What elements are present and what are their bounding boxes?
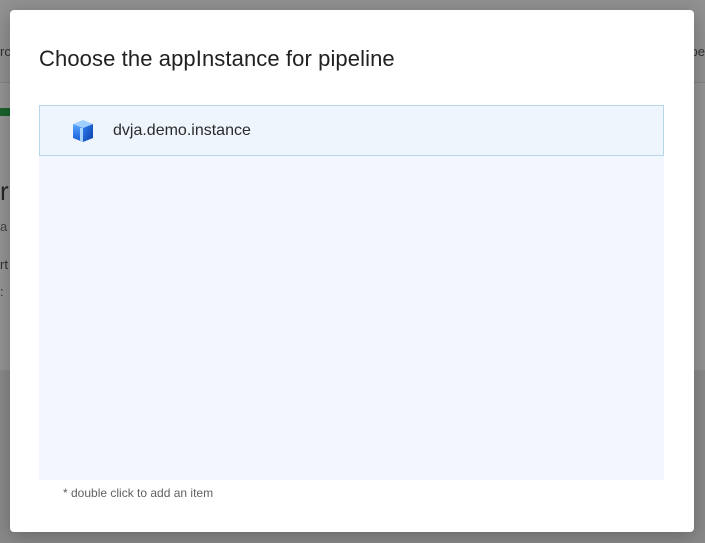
dialog-title: Choose the appInstance for pipeline xyxy=(39,46,395,71)
cube-icon xyxy=(70,118,96,144)
appinstance-list: dvja.demo.instance xyxy=(39,105,664,480)
choose-appinstance-dialog: Choose the appInstance for pipeline dvja… xyxy=(10,10,694,532)
appinstance-list-item[interactable]: dvja.demo.instance xyxy=(39,105,664,156)
appinstance-label: dvja.demo.instance xyxy=(113,121,251,139)
double-click-hint: * double click to add an item xyxy=(63,486,214,500)
